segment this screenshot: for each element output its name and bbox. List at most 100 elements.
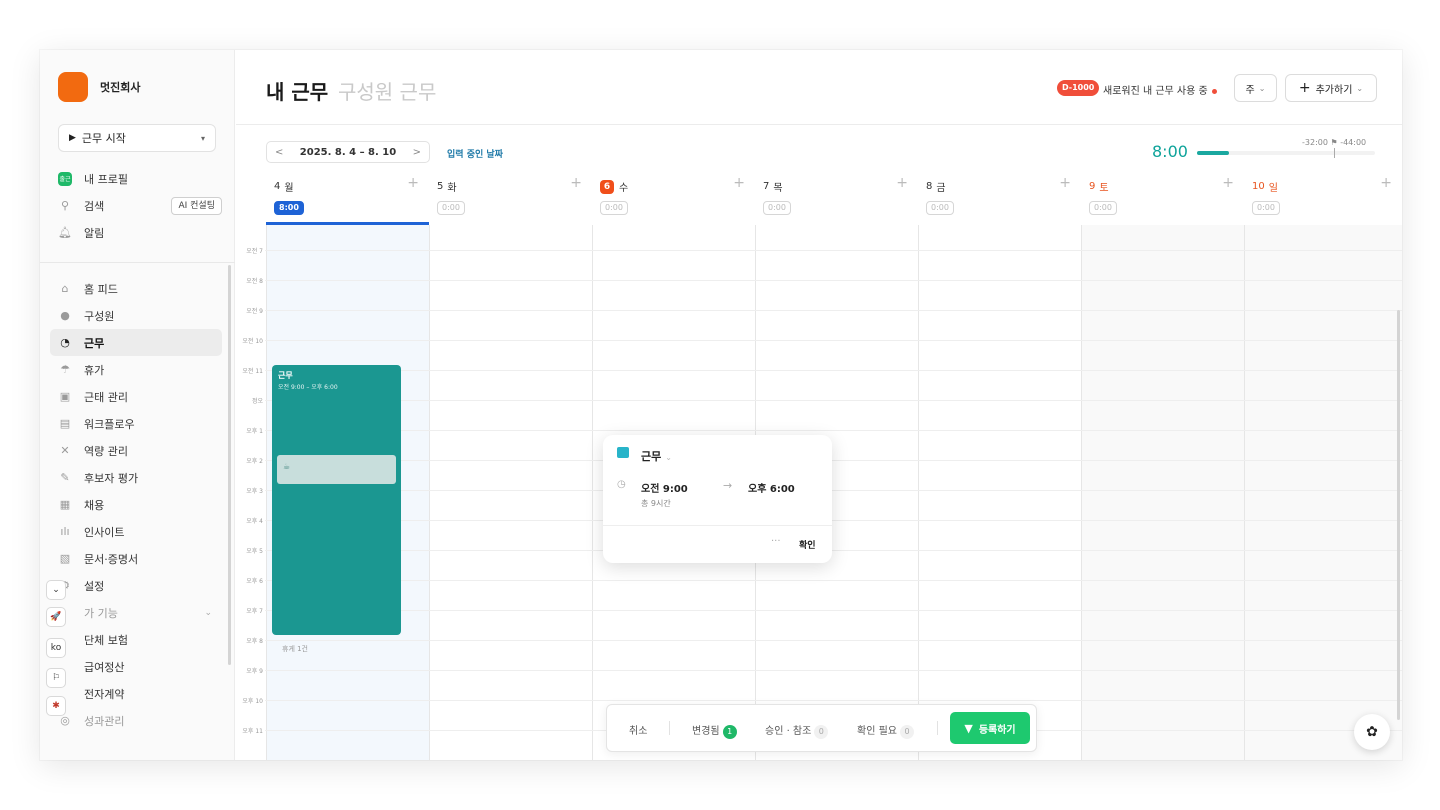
new-version-notice[interactable]: 새로워진 내 근무 사용 중 [1103, 82, 1217, 97]
profile-badge-icon: 출근 [58, 171, 72, 186]
rocket-icon[interactable]: 🚀 [46, 607, 66, 627]
company-header[interactable]: 멋진회사 [58, 72, 140, 102]
start-work-button[interactable]: ▶ 근무 시작 ▾ [58, 124, 216, 152]
cancel-button[interactable]: 취소 [629, 722, 647, 737]
day-label: 7목 [763, 179, 783, 194]
sidebar-item-workflow[interactable]: ▤ 워크플로우 [50, 410, 222, 437]
changed-filter[interactable]: 변경됨 1 [692, 722, 737, 739]
sidebar-item-skills[interactable]: ✕ 역량 관리 [50, 437, 222, 464]
sidebar-item-documents[interactable]: ▧ 문서·증명서 [50, 545, 222, 572]
sidebar-item-performance[interactable]: ◎ 성과관리 [50, 707, 222, 734]
date-range-picker[interactable]: < 2025. 8. 4 – 8. 10 > [266, 141, 430, 163]
sidebar-item-label: 성과관리 [84, 714, 125, 728]
hour-line [265, 520, 1402, 521]
day-number: 9 [1089, 181, 1096, 192]
next-week-button[interactable]: > [413, 147, 421, 158]
day-total-time: 0:00 [763, 201, 791, 215]
sidebar-item-settings[interactable]: ⚙설정 [50, 572, 222, 599]
hour-label: 오후 7 [246, 608, 263, 615]
day-header[interactable]: 10 일 +0:00 [1244, 170, 1402, 220]
sidebar-item-hiring[interactable]: ▦ 채용 [50, 491, 222, 518]
language-button[interactable]: ko [46, 638, 66, 658]
inputting-dates-link[interactable]: 입력 중인 날짜 [447, 147, 503, 160]
sidebar-item-home-feed[interactable]: ⌂ 홈 피드 [50, 275, 222, 302]
add-day-entry-button[interactable]: + [733, 175, 745, 191]
add-day-entry-button[interactable]: + [896, 175, 908, 191]
sidebar-item-candidate-eval[interactable]: ✎ 후보자 평가 [50, 464, 222, 491]
sidebar-item-label: 후보자 평가 [84, 471, 139, 485]
company-logo [58, 72, 88, 102]
clock-icon: ◷ [617, 479, 626, 490]
sidebar-top-nav: 출근 내 프로필 ⚲ 검색 AI 컨설팅 🔔︎ 알림 [50, 165, 222, 246]
day-header[interactable]: 5 화 +0:00 [429, 170, 592, 220]
break-block[interactable]: ☕︎ [277, 455, 396, 484]
day-number: 4 [274, 181, 281, 192]
sidebar-item-label: 홈 피드 [84, 282, 118, 296]
work-event[interactable]: 근무 오전 9:00 – 오후 6:00 [272, 365, 401, 635]
sidebar-item-search[interactable]: ⚲ 검색 AI 컨설팅 [50, 192, 222, 219]
company-name: 멋진회사 [100, 81, 141, 94]
day-number: 10 [1252, 181, 1265, 192]
sidebar-item-profile[interactable]: 출근 내 프로필 [50, 165, 222, 192]
day-header[interactable]: 7 목 +0:00 [755, 170, 918, 220]
tab-member-work[interactable]: 구성원 근무 [338, 76, 436, 105]
evaluation-icon: ✎ [60, 471, 70, 484]
day-header[interactable]: 9 토 +0:00 [1081, 170, 1244, 220]
sidebar-item-vacation[interactable]: ☂ 휴가 [50, 356, 222, 383]
popup-start-time[interactable]: 오전 9:00 [641, 480, 688, 495]
people-icon: ● [60, 309, 70, 322]
view-select[interactable]: 주 ⌄ [1234, 74, 1277, 102]
sidebar-item-group-insurance[interactable]: 단체 보험 [50, 626, 222, 653]
sidebar-item-payroll[interactable]: 급여정산 [50, 653, 222, 680]
popup-title: 근무 [641, 450, 662, 463]
clock-icon: ◔ [60, 336, 70, 349]
day-header[interactable]: 6 수 +0:00 [592, 170, 755, 220]
submit-button[interactable]: ▼ 등록하기 [950, 712, 1030, 744]
hour-label: 오후 8 [246, 638, 263, 645]
day-header[interactable]: 8 금 +0:00 [918, 170, 1081, 220]
ai-consulting-button[interactable]: AI 컨설팅 [171, 197, 222, 215]
add-day-entry-button[interactable]: + [407, 175, 419, 191]
add-day-entry-button[interactable]: + [1222, 175, 1234, 191]
day-label: 5화 [437, 179, 457, 194]
hour-line [265, 370, 1402, 371]
add-day-entry-button[interactable]: + [1380, 175, 1392, 191]
hour-line [265, 580, 1402, 581]
hour-line [265, 340, 1402, 341]
approval-filter[interactable]: 승인 · 참조 0 [765, 722, 829, 739]
collapse-button[interactable]: ⌄ [46, 580, 66, 600]
sidebar-item-insights[interactable]: ılı 인사이트 [50, 518, 222, 545]
chevron-down-icon: ⌄ [665, 453, 672, 462]
sidebar-item-work[interactable]: ◔ 근무 [50, 329, 222, 356]
sidebar-item-attendance[interactable]: ▣ 근태 관리 [50, 383, 222, 410]
day-column[interactable] [1244, 225, 1402, 760]
sidebar-section-more[interactable]: 가 기능 ⌄ [50, 599, 222, 626]
popup-confirm-button[interactable]: 확인 [799, 538, 816, 551]
sidebar-scrollbar[interactable] [228, 265, 231, 665]
sidebar-item-alerts[interactable]: 🔔︎ 알림 [50, 219, 222, 246]
sidebar-item-members[interactable]: ● 구성원 [50, 302, 222, 329]
calendar-scrollbar[interactable] [1397, 310, 1400, 720]
more-options-button[interactable]: ··· [771, 536, 781, 547]
hour-label: 오후 10 [242, 698, 263, 705]
prev-week-button[interactable]: < [275, 147, 283, 158]
day-column[interactable] [1081, 225, 1244, 760]
progress-labels: -32:00 ⚑ -44:00 [1302, 138, 1367, 147]
popup-type-select[interactable]: 근무 ⌄ [641, 448, 672, 464]
help-chat-button[interactable]: ✿ [1354, 714, 1390, 750]
day-column[interactable] [918, 225, 1081, 760]
add-day-entry-button[interactable]: + [570, 175, 582, 191]
flag-icon[interactable]: ⚐ [46, 668, 66, 688]
popup-end-time[interactable]: 오후 6:00 [748, 480, 795, 495]
sidebar-item-e-contract[interactable]: 전자계약 [50, 680, 222, 707]
needs-check-filter[interactable]: 확인 필요 0 [857, 722, 914, 739]
extension-icon[interactable]: ✱ [46, 696, 66, 716]
day-number: 5 [437, 181, 444, 192]
add-day-entry-button[interactable]: + [1059, 175, 1071, 191]
week-calendar: 4 월 +8:00 5 화 +0:00 6 수 +0:00 7 목 +0:00 8 금 +0:00 9 토 +0:… [235, 170, 1402, 760]
progress-fill [1197, 151, 1230, 155]
page-title: 내 근무 [266, 80, 329, 104]
day-column[interactable] [429, 225, 592, 760]
day-header[interactable]: 4 월 +8:00 [266, 170, 429, 220]
add-button[interactable]: + 추가하기 ⌄ [1285, 74, 1377, 102]
